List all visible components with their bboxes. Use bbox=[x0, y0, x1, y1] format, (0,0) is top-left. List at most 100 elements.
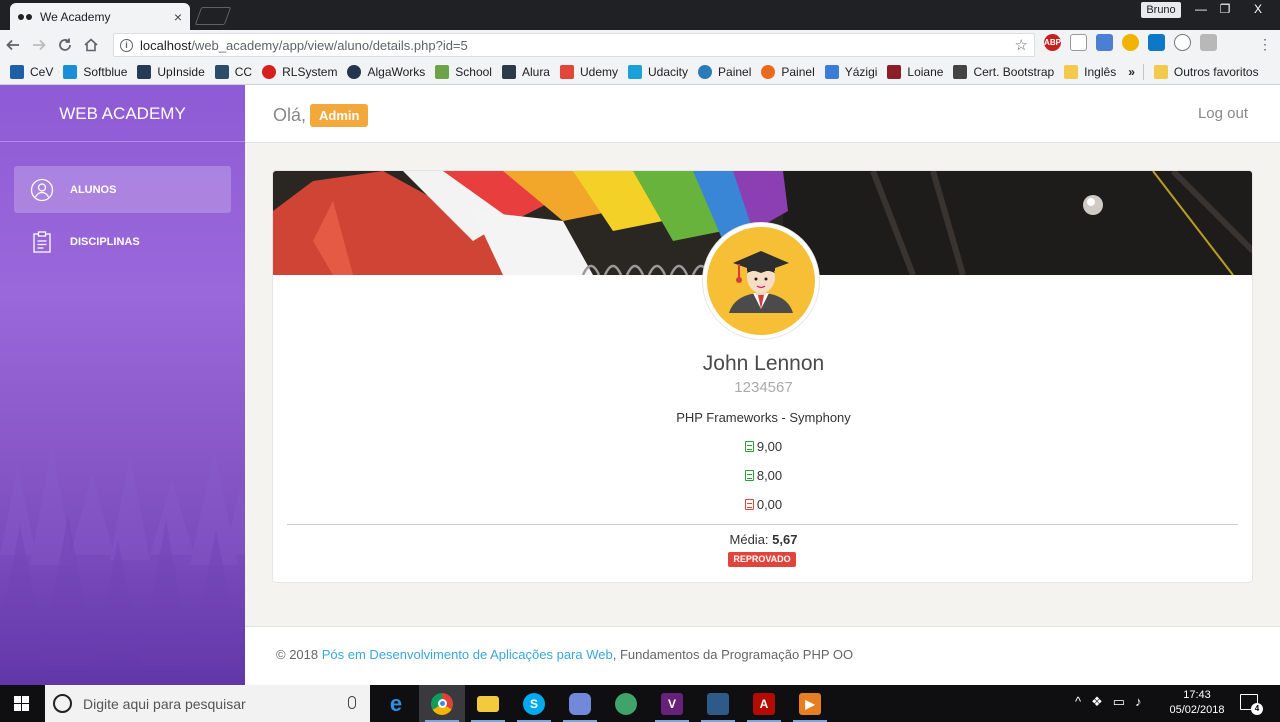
close-window-button[interactable]: X bbox=[1240, 0, 1276, 18]
sidebar-item-alunos[interactable]: ALUNOS bbox=[14, 166, 231, 213]
edge-icon[interactable]: e bbox=[373, 685, 419, 722]
bookmark-star-icon[interactable]: ☆ bbox=[1015, 36, 1028, 54]
grade-item: 0,00 bbox=[273, 497, 1252, 512]
arrow-left-icon bbox=[6, 39, 19, 51]
other-bookmarks-folder[interactable]: Outros favoritos bbox=[1153, 65, 1259, 79]
page-footer: © 2018 Pós em Desenvolvimento de Aplicaç… bbox=[245, 626, 1280, 685]
bookmark-item[interactable]: Udemy bbox=[559, 65, 618, 79]
menu-icon[interactable]: ⋮ bbox=[1258, 36, 1272, 53]
folder-icon bbox=[1064, 65, 1079, 79]
windows-start-icon[interactable] bbox=[14, 696, 30, 712]
grade-item: 8,00 bbox=[273, 468, 1252, 483]
extension-icon[interactable] bbox=[1070, 34, 1087, 51]
user-badge: Admin bbox=[310, 104, 369, 127]
bookmark-item[interactable]: AlgaWorks bbox=[347, 65, 425, 79]
graduate-avatar-icon bbox=[707, 227, 815, 335]
sidebar-nav: ALUNOS DISCIPLINAS bbox=[0, 142, 245, 294]
bookmarks-bar: CeV Softblue UpInside CC RLSystem AlgaWo… bbox=[0, 60, 1280, 85]
average-value: 5,67 bbox=[772, 532, 798, 547]
bookmark-favicon-icon bbox=[953, 65, 968, 79]
browser-titlebar: We Academy × Bruno — ❐ X bbox=[0, 0, 1280, 30]
coin-icon[interactable] bbox=[1122, 34, 1139, 51]
reload-button[interactable] bbox=[52, 32, 78, 58]
taskbar-clock[interactable]: 17:43 05/02/2018 bbox=[1166, 688, 1228, 718]
bookmark-item[interactable]: Yázigi bbox=[824, 65, 877, 79]
bookmark-folder[interactable]: Inglês bbox=[1064, 65, 1116, 79]
skype-icon[interactable]: S bbox=[511, 685, 557, 722]
cortana-icon bbox=[53, 694, 72, 713]
back-button[interactable] bbox=[0, 32, 26, 58]
visual-studio-icon[interactable]: V bbox=[649, 685, 695, 722]
bookmark-item[interactable]: CC bbox=[214, 65, 252, 79]
bookmark-item[interactable]: School bbox=[435, 65, 492, 79]
folder-icon bbox=[1153, 65, 1168, 79]
brand-logo[interactable]: WEB ACADEMY bbox=[0, 85, 245, 142]
sidebar-item-label: ALUNOS bbox=[70, 183, 117, 196]
bookmark-item[interactable]: Alura bbox=[501, 65, 550, 79]
bookmark-item[interactable]: Udacity bbox=[628, 65, 688, 79]
bookmark-item[interactable]: Softblue bbox=[63, 65, 127, 79]
logout-link[interactable]: Log out bbox=[1198, 105, 1248, 122]
network-icon[interactable]: ▭ bbox=[1113, 694, 1125, 710]
tab-close-icon[interactable]: × bbox=[174, 9, 182, 25]
bookmark-favicon-icon bbox=[628, 65, 642, 79]
grade-value: 8,00 bbox=[756, 468, 783, 483]
file-explorer-icon[interactable] bbox=[465, 685, 511, 722]
bookmark-item[interactable]: RLSystem bbox=[262, 65, 337, 79]
bookmark-favicon-icon bbox=[501, 65, 516, 79]
pdf-icon[interactable] bbox=[1200, 34, 1217, 51]
average: Média: 5,67 bbox=[273, 532, 1252, 547]
average-label: Média: bbox=[729, 532, 769, 547]
trello-icon[interactable] bbox=[1148, 34, 1165, 51]
profile-button[interactable]: Bruno bbox=[1141, 2, 1181, 18]
bookmark-item[interactable]: CeV bbox=[10, 65, 53, 79]
bookmark-item[interactable]: UpInside bbox=[137, 65, 205, 79]
bookmark-item[interactable]: Painel bbox=[761, 65, 815, 79]
footer-program-link[interactable]: Pós em Desenvolvimento de Aplicações par… bbox=[322, 647, 613, 662]
adblock-icon[interactable]: ABP bbox=[1044, 34, 1061, 51]
microphone-icon[interactable] bbox=[348, 696, 356, 709]
mysql-workbench-icon[interactable] bbox=[695, 685, 741, 722]
top-navbar: Olá, Admin Log out bbox=[245, 85, 1280, 143]
home-button[interactable] bbox=[78, 32, 104, 58]
taskbar-apps: e S V A ▶ bbox=[373, 685, 833, 722]
bookmark-item[interactable]: Cert. Bootstrap bbox=[953, 65, 1054, 79]
taskbar-search[interactable]: Digite aqui para pesquisar bbox=[45, 685, 370, 722]
notification-center-icon[interactable]: 4 bbox=[1240, 694, 1263, 715]
new-tab-button[interactable] bbox=[194, 7, 232, 25]
tab-title: We Academy bbox=[40, 9, 111, 24]
bookmark-favicon-icon bbox=[214, 65, 229, 79]
grade-value: 0,00 bbox=[756, 497, 783, 512]
bookmark-favicon-icon bbox=[559, 65, 574, 79]
volume-icon[interactable]: ♪ bbox=[1135, 694, 1142, 710]
bookmark-item[interactable]: Loiane bbox=[887, 65, 943, 79]
bookmark-favicon-icon bbox=[347, 65, 362, 79]
forward-button[interactable] bbox=[26, 32, 52, 58]
bookmarks-separator bbox=[1142, 64, 1144, 80]
main-content: John Lennon 1234567 PHP Frameworks - Sym… bbox=[245, 143, 1280, 626]
clock-time: 17:43 bbox=[1183, 689, 1211, 701]
bookmark-favicon-icon bbox=[887, 65, 902, 79]
acrobat-icon[interactable]: A bbox=[741, 685, 787, 722]
info-icon[interactable]: i bbox=[120, 38, 133, 52]
bookmark-favicon-icon bbox=[63, 65, 78, 79]
restore-button[interactable]: ❐ bbox=[1210, 0, 1240, 18]
atom-icon[interactable] bbox=[603, 685, 649, 722]
discord-icon[interactable] bbox=[557, 685, 603, 722]
address-bar[interactable]: i localhost /web_academy/app/view/aluno/… bbox=[113, 33, 1035, 57]
bookmark-favicon-icon bbox=[435, 65, 450, 79]
translate-icon[interactable] bbox=[1096, 34, 1113, 51]
bookmark-favicon-icon bbox=[262, 65, 277, 79]
chevron-up-icon[interactable]: ^ bbox=[1075, 694, 1081, 710]
chrome-icon[interactable] bbox=[419, 685, 465, 722]
windows-taskbar: Digite aqui para pesquisar e S V A ▶ ^ ❖… bbox=[0, 685, 1280, 722]
sidebar-item-disciplinas[interactable]: DISCIPLINAS bbox=[14, 218, 231, 265]
bookmark-item[interactable]: Painel bbox=[698, 65, 751, 79]
bookmarks-overflow-button[interactable]: » bbox=[1128, 65, 1135, 79]
dropbox-icon[interactable]: ❖ bbox=[1091, 694, 1103, 710]
browser-tab[interactable]: We Academy × bbox=[10, 3, 190, 30]
student-card: John Lennon 1234567 PHP Frameworks - Sym… bbox=[272, 170, 1253, 583]
media-player-icon[interactable]: ▶ bbox=[787, 685, 833, 722]
extension-icons: ABP bbox=[1044, 34, 1217, 51]
react-devtools-icon[interactable] bbox=[1174, 34, 1191, 51]
